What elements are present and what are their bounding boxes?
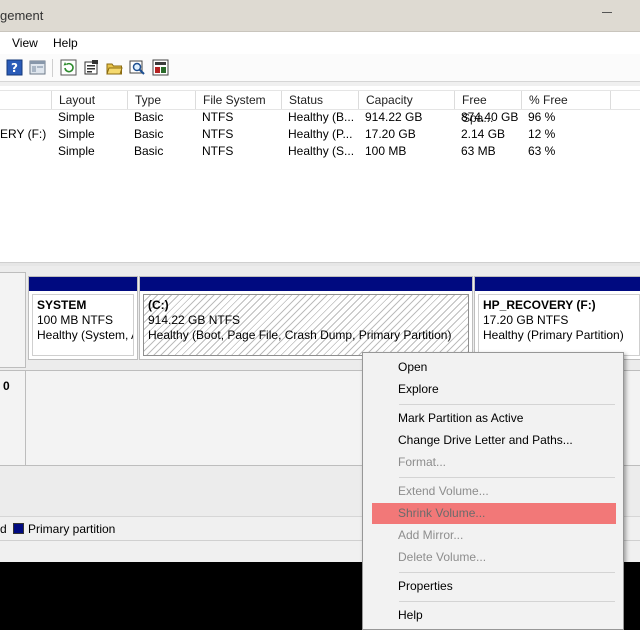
column-percent-free[interactable]: % Free: [521, 91, 611, 109]
menu-item-open[interactable]: Open: [372, 357, 616, 378]
menu-item-change-drive-letter[interactable]: Change Drive Letter and Paths...: [372, 430, 616, 451]
cell-type: Basic: [134, 110, 164, 124]
partition-bar: [29, 277, 137, 291]
menu-item-explore[interactable]: Explore: [372, 379, 616, 400]
help-icon[interactable]: ?: [6, 59, 23, 76]
menu-item-help[interactable]: Help: [372, 605, 616, 626]
cell-percent-free: 12 %: [528, 127, 556, 141]
table-row[interactable]: Simple Basic NTFS Healthy (S... 100 MB 6…: [0, 143, 640, 160]
cell-file-system: NTFS: [202, 110, 234, 124]
cell-capacity: 17.20 GB: [365, 127, 416, 141]
menu-item-mark-active[interactable]: Mark Partition as Active: [372, 408, 616, 429]
partition-size: 100 MB NTFS: [37, 313, 114, 327]
svg-text:?: ?: [11, 61, 18, 75]
cell-layout: Simple: [58, 144, 95, 158]
column-file-system[interactable]: File System: [195, 91, 281, 109]
cell-capacity: 100 MB: [365, 144, 407, 158]
menu-separator: [399, 572, 615, 573]
search-icon[interactable]: [129, 59, 146, 76]
column-free-space[interactable]: Free Spa...: [454, 91, 521, 125]
partition-bar: [475, 277, 640, 291]
console-icon[interactable]: [29, 59, 46, 76]
cell-free-space: 2.14 GB: [461, 127, 506, 141]
properties-icon[interactable]: [83, 59, 100, 76]
partition-bar: [140, 277, 472, 291]
partition-c[interactable]: (C:) 914.22 GB NTFS Healthy (Boot, Page …: [139, 276, 473, 360]
menu-item-properties[interactable]: Properties: [372, 576, 616, 597]
menu-separator: [399, 601, 615, 602]
refresh-icon[interactable]: [60, 59, 77, 76]
primary-partition-swatch: [13, 523, 24, 534]
cell-status: Healthy (B...: [288, 110, 355, 124]
cell-layout: Simple: [58, 127, 95, 141]
cell-percent-free: 63 %: [528, 144, 556, 158]
partition-name: (C:): [148, 298, 169, 312]
cell-layout: Simple: [58, 110, 95, 124]
settings-icon[interactable]: [152, 59, 169, 76]
menu-separator: [399, 477, 615, 478]
open-folder-icon[interactable]: [106, 59, 123, 76]
column-status[interactable]: Status: [281, 91, 358, 109]
partition-status: Healthy (Primary Partition): [483, 328, 624, 342]
disk-number: 0: [3, 379, 10, 393]
menu-item-extend-volume[interactable]: Extend Volume...: [372, 481, 616, 502]
cell-status: Healthy (P...: [288, 127, 353, 141]
table-row[interactable]: ERY (F:) Simple Basic NTFS Healthy (P...…: [0, 126, 640, 143]
cell-type: Basic: [134, 144, 164, 158]
menu-separator: [399, 404, 615, 405]
context-menu: Open Explore Mark Partition as Active Ch…: [362, 352, 624, 630]
cell-file-system: NTFS: [202, 127, 234, 141]
cell-type: Basic: [134, 127, 164, 141]
partition-name: HP_RECOVERY (F:): [483, 298, 596, 312]
menu-bar: View Help: [0, 32, 640, 54]
partition-hp-recovery[interactable]: HP_RECOVERY (F:) 17.20 GB NTFS Healthy (…: [474, 276, 640, 360]
partition-status: Healthy (Boot, Page File, Crash Dump, Pr…: [148, 328, 452, 342]
cell-status: Healthy (S...: [288, 144, 355, 158]
cell-free-space: 874.40 GB: [461, 110, 519, 124]
partition-name: SYSTEM: [37, 298, 87, 312]
title-bar: gement: [0, 0, 640, 32]
toolbar: ?: [0, 54, 640, 82]
cell-capacity: 914.22 GB: [365, 110, 423, 124]
volume-list-header: Layout Type File System Status Capacity …: [0, 90, 640, 125]
partition-size: 914.22 GB NTFS: [148, 313, 241, 327]
minimize-button[interactable]: [600, 4, 618, 16]
cell-percent-free: 96 %: [528, 110, 556, 124]
disk-1-label[interactable]: 0: [0, 370, 26, 466]
column-layout[interactable]: Layout: [51, 91, 127, 109]
table-row[interactable]: Simple Basic NTFS Healthy (B... 914.22 G…: [0, 109, 640, 126]
partition-size: 17.20 GB NTFS: [483, 313, 569, 327]
menu-item-shrink-volume[interactable]: Shrink Volume...: [372, 503, 616, 524]
disk-0-label: [0, 272, 26, 368]
column-type[interactable]: Type: [127, 91, 195, 109]
partition-status: Healthy (System, A: [37, 328, 134, 342]
menu-item-add-mirror[interactable]: Add Mirror...: [372, 525, 616, 546]
column-capacity[interactable]: Capacity: [358, 91, 454, 109]
volume-list: Layout Type File System Status Capacity …: [0, 86, 640, 262]
menu-view[interactable]: View: [12, 36, 38, 50]
window-title: gement: [0, 8, 44, 23]
cell-volume: ERY (F:): [0, 127, 47, 141]
legend-prefix: d: [0, 522, 7, 536]
legend-primary-partition: Primary partition: [28, 522, 116, 536]
menu-item-delete-volume[interactable]: Delete Volume...: [372, 547, 616, 568]
menu-help[interactable]: Help: [53, 36, 78, 50]
cell-free-space: 63 MB: [461, 144, 496, 158]
cell-file-system: NTFS: [202, 144, 234, 158]
menu-item-format[interactable]: Format...: [372, 452, 616, 473]
partition-system[interactable]: SYSTEM 100 MB NTFS Healthy (System, A: [28, 276, 138, 360]
